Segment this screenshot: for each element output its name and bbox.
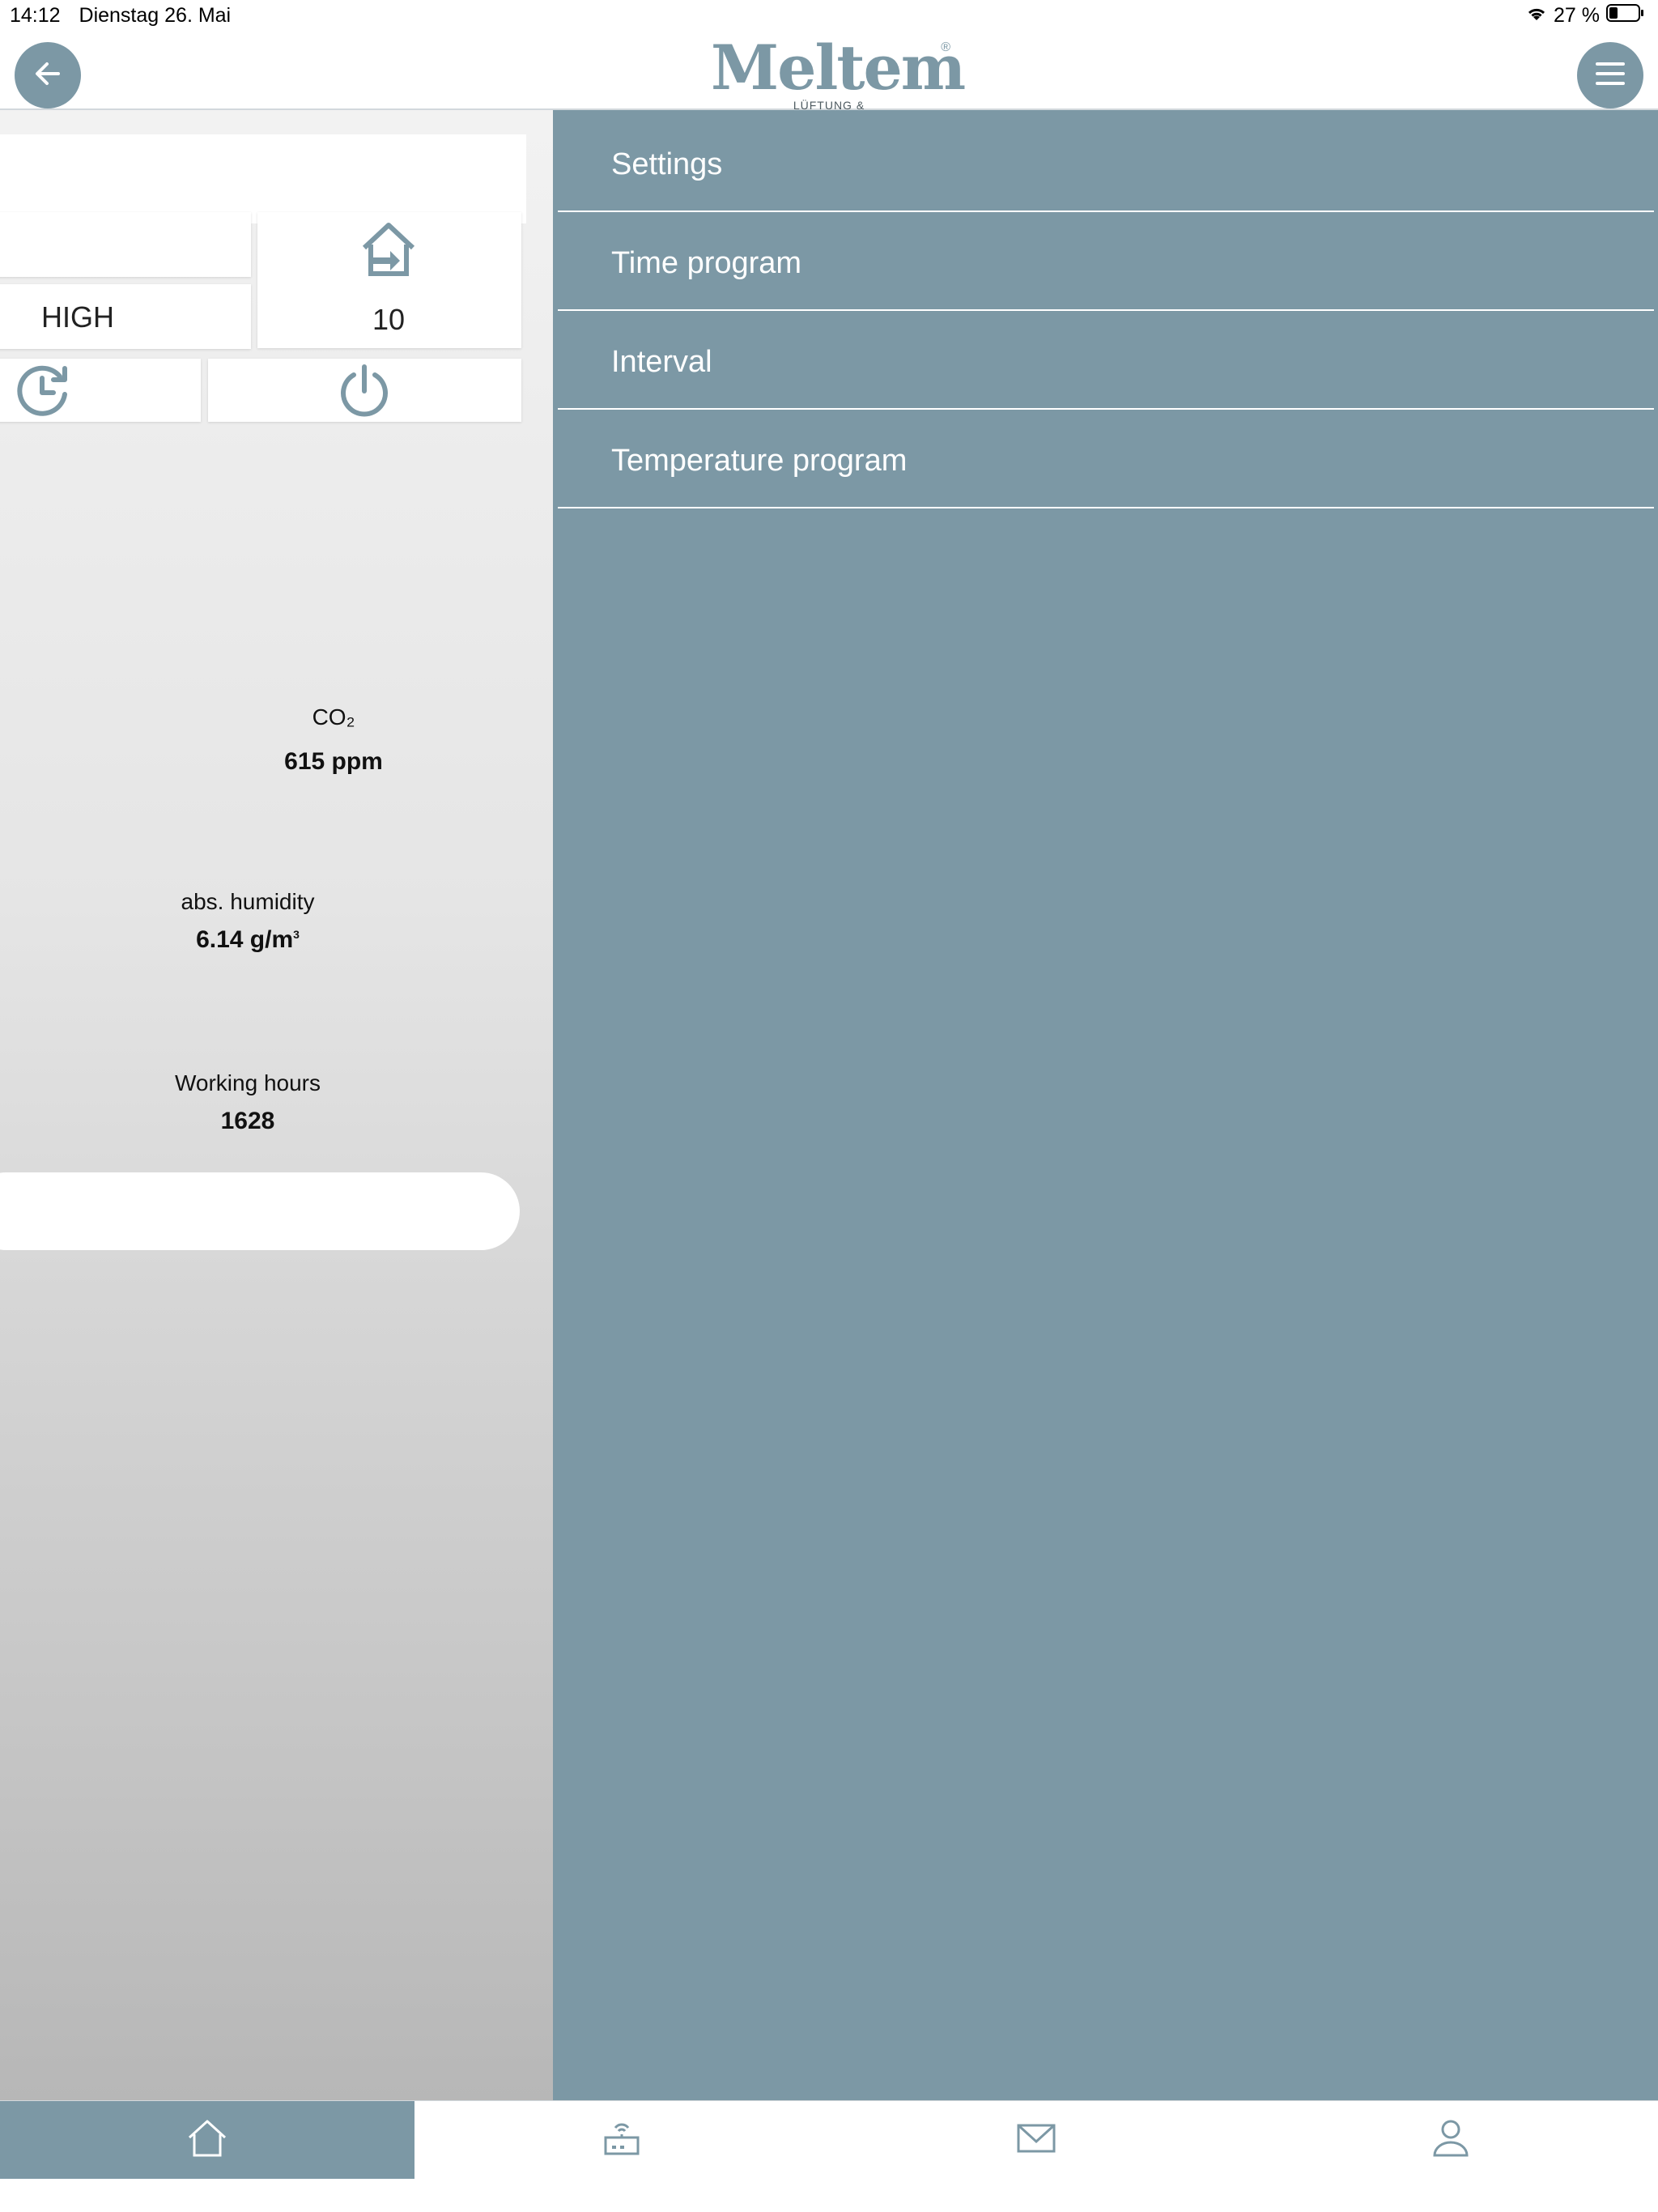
- power-icon: [336, 362, 393, 423]
- hamburger-icon: [1594, 59, 1626, 92]
- panel-header-strip: [0, 134, 526, 223]
- battery-percent: 27 %: [1554, 4, 1600, 27]
- working-hours-label: Working hours: [174, 1070, 321, 1095]
- mode-value: HIGH: [41, 300, 114, 334]
- mode-tile[interactable]: HIGH: [0, 284, 251, 349]
- humidity-value: 6.14 g/m3: [196, 926, 300, 953]
- meltem-logo: Meltem LÜFTUNG & WÄRMERÜCKGEWINNUNG ®: [711, 32, 966, 125]
- tab-profile[interactable]: [1244, 2101, 1658, 2179]
- menu-item-label: Settings: [611, 147, 723, 181]
- battery-icon: [1606, 4, 1645, 28]
- menu-item-time-program[interactable]: Time program: [558, 212, 1654, 311]
- menu-item-label: Time program: [611, 245, 802, 280]
- menu-item-settings[interactable]: Settings: [558, 113, 1654, 212]
- back-button[interactable]: [15, 42, 81, 108]
- timer-tile[interactable]: [0, 359, 201, 422]
- hamburger-menu-button[interactable]: [1577, 42, 1643, 108]
- home-icon: [186, 2118, 228, 2163]
- level-tile[interactable]: 10: [257, 212, 521, 348]
- menu-item-label: Temperature program: [611, 443, 908, 478]
- power-tile[interactable]: [208, 359, 521, 422]
- status-date: Dienstag 26. Mai: [79, 4, 232, 27]
- side-menu: Settings Time program Interval Temperatu…: [553, 110, 1658, 2100]
- menu-item-interval[interactable]: Interval: [558, 311, 1654, 410]
- menu-item-temperature-program[interactable]: Temperature program: [558, 410, 1654, 508]
- level-value: 10: [372, 303, 406, 336]
- timer-clock-icon: [15, 362, 73, 423]
- tab-device[interactable]: [414, 2101, 829, 2179]
- humidity-label: abs. humidity: [181, 889, 315, 914]
- mail-icon: [1015, 2121, 1057, 2160]
- working-hours-sensor: Working hours 1628: [86, 1070, 410, 1135]
- bottom-tab-bar: [0, 2100, 1658, 2212]
- tab-home[interactable]: [0, 2101, 414, 2179]
- status-time: 14:12: [10, 4, 61, 27]
- tab-messages[interactable]: [829, 2101, 1244, 2179]
- device-icon: [601, 2118, 643, 2163]
- working-hours-value: 1628: [220, 1108, 275, 1134]
- co2-value: 615 ppm: [284, 748, 383, 775]
- humidity-sensor: abs. humidity 6.14 g/m3: [86, 889, 410, 954]
- menu-item-label: Interval: [611, 344, 712, 379]
- wifi-icon: [1526, 4, 1547, 28]
- arrow-left-icon: [31, 57, 65, 95]
- house-arrow-icon: [358, 220, 419, 283]
- co2-label: CO₂: [312, 704, 355, 730]
- user-icon: [1430, 2118, 1472, 2163]
- dashboard-panel: HIGH 10 CO₂ 615 ppm abs. humidity 6.14 g…: [0, 110, 553, 2100]
- co2-sensor: CO₂ 615 ppm: [172, 704, 495, 776]
- app-header: Meltem LÜFTUNG & WÄRMERÜCKGEWINNUNG ®: [0, 32, 1658, 125]
- mode-tile-top[interactable]: [0, 212, 251, 277]
- status-bar: 14:12 Dienstag 26. Mai 27 %: [0, 0, 1658, 34]
- action-pill-button[interactable]: [0, 1172, 520, 1250]
